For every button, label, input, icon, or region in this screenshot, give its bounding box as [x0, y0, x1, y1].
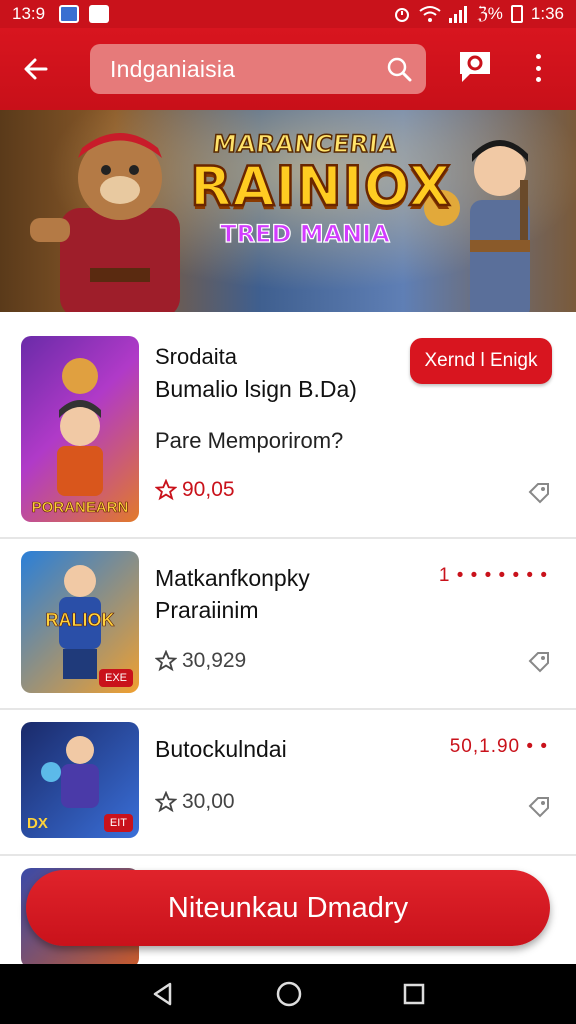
- app-bar: Indganiaisia: [0, 28, 576, 110]
- app-subtitle: Praraiinim: [155, 597, 259, 623]
- install-button[interactable]: Xernd l Enigk: [410, 338, 552, 384]
- status-time-right: 1:36: [530, 4, 564, 23]
- signal-icon: [449, 6, 468, 23]
- app-thumbnail[interactable]: DX EIT: [21, 722, 139, 838]
- thumbnail-badge: EIT: [103, 814, 133, 832]
- app-thumbnail[interactable]: PORANEARN: [21, 336, 139, 522]
- game-logo: MARANCERIA RAINIOX TRED MANIA: [189, 129, 452, 290]
- logo-line1: MARANCERIA: [210, 129, 399, 159]
- chat-bubble-icon: [460, 52, 490, 82]
- more-options-button[interactable]: [526, 50, 550, 86]
- dot: [535, 54, 541, 59]
- status-bar: 13:9 ℨ% 1:36: [0, 0, 576, 28]
- thumbnail-caption: DX: [27, 815, 48, 832]
- star-icon: [155, 650, 177, 672]
- chat-button[interactable]: [456, 48, 494, 86]
- thumbnail-badge: EXE: [98, 669, 133, 687]
- app-developer: Srodaita: [155, 344, 237, 369]
- thumbnail-caption: RALIOK: [45, 610, 115, 631]
- arrow-left-icon: [24, 58, 48, 80]
- logo-line3: TRED MANIA: [220, 219, 391, 248]
- status-time: 13:9: [12, 4, 46, 23]
- primary-action-button[interactable]: Niteunkau Dmadry: [26, 870, 550, 946]
- notification-icon: [59, 5, 80, 23]
- app-title: Butockulndai: [155, 736, 287, 762]
- dot: [535, 77, 541, 82]
- app-description: Pare Memporirom?: [155, 428, 344, 453]
- rating-value: 30,929: [182, 649, 247, 672]
- wifi-icon: [419, 6, 441, 22]
- rating: 30,00: [155, 790, 235, 814]
- promo-banner[interactable]: MARANCERIA RAINIOX TRED MANIA: [0, 110, 576, 312]
- notification-icon: [89, 5, 110, 23]
- price-label: 1 • • • • • • •: [438, 565, 548, 586]
- list-item[interactable]: RALIOK EXE Matkanfkonpky Praraiinim 1 • …: [0, 539, 576, 710]
- battery-icon: [510, 5, 523, 23]
- star-icon: [155, 479, 177, 501]
- logo-line2: RAINIOX: [189, 155, 452, 218]
- system-nav-bar: [0, 964, 576, 1024]
- tag-icon[interactable]: [526, 649, 552, 675]
- back-button[interactable]: [18, 51, 54, 87]
- star-icon: [155, 791, 177, 813]
- app-title: Matkanfkonpky: [155, 565, 310, 591]
- home-circle-icon[interactable]: [275, 980, 303, 1008]
- rating-value: 30,00: [182, 790, 235, 813]
- thumbnail-caption: PORANEARN: [31, 499, 129, 517]
- search-input[interactable]: Indganiaisia: [90, 44, 426, 94]
- app-title: Bumalio lsign B.Da): [155, 376, 357, 402]
- rating: 90,05: [155, 478, 235, 502]
- search-icon[interactable]: [386, 56, 412, 82]
- app-thumbnail[interactable]: RALIOK EXE: [21, 551, 139, 693]
- recents-square-icon[interactable]: [402, 982, 426, 1006]
- price-label: 50,1.90 • •: [449, 736, 548, 757]
- tag-icon[interactable]: [526, 794, 552, 820]
- list-item[interactable]: PORANEARN Srodaita Bumalio lsign B.Da) P…: [0, 312, 576, 539]
- tag-icon[interactable]: [526, 480, 552, 506]
- list-item[interactable]: DX EIT Butockulndai 50,1.90 • • 30,00: [0, 710, 576, 856]
- back-triangle-icon[interactable]: [150, 981, 176, 1007]
- rating-value: 90,05: [182, 478, 235, 501]
- alarm-icon: [395, 8, 410, 22]
- battery-percent: ℨ%: [477, 4, 503, 23]
- dot: [535, 65, 541, 71]
- rating: 30,929: [155, 649, 246, 673]
- search-query: Indganiaisia: [110, 55, 236, 82]
- thumbnail-art: [57, 358, 103, 496]
